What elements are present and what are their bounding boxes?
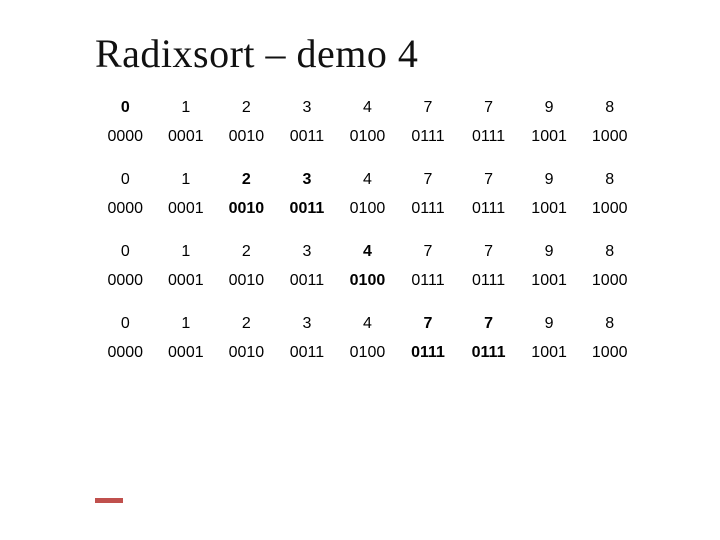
cell: 1 (156, 91, 217, 125)
cell: 1 (156, 163, 217, 197)
cell: 9 (519, 91, 580, 125)
cell: 0010 (216, 269, 277, 293)
cell: 0001 (156, 197, 217, 221)
cell: 0011 (277, 197, 338, 221)
cell: 0111 (458, 197, 519, 221)
index-row: 012347798 (95, 235, 640, 269)
index-row: 012347798 (95, 91, 640, 125)
cell: 8 (579, 235, 640, 269)
spacer-row (95, 149, 640, 163)
cell: 0011 (277, 125, 338, 149)
cell: 0011 (277, 269, 338, 293)
cell: 8 (579, 91, 640, 125)
cell: 1001 (519, 341, 580, 365)
cell: 8 (579, 307, 640, 341)
cell: 7 (398, 91, 459, 125)
accent-bar-icon (95, 498, 123, 503)
cell: 0100 (337, 269, 398, 293)
cell: 0001 (156, 341, 217, 365)
cell: 0111 (458, 269, 519, 293)
cell: 0011 (277, 341, 338, 365)
cell: 4 (337, 163, 398, 197)
cell: 0000 (95, 125, 156, 149)
cell: 1000 (579, 125, 640, 149)
cell: 3 (277, 235, 338, 269)
cell: 0010 (216, 341, 277, 365)
spacer-cell (95, 221, 640, 235)
cell: 1 (156, 307, 217, 341)
cell: 0 (95, 307, 156, 341)
cell: 0001 (156, 125, 217, 149)
cell: 0000 (95, 269, 156, 293)
cell: 8 (579, 163, 640, 197)
cell: 1000 (579, 197, 640, 221)
cell: 7 (398, 307, 459, 341)
spacer-cell (95, 149, 640, 163)
cell: 0000 (95, 341, 156, 365)
cell: 0111 (458, 125, 519, 149)
cell: 0100 (337, 197, 398, 221)
cell: 0111 (398, 125, 459, 149)
cell: 9 (519, 307, 580, 341)
cell: 0111 (458, 341, 519, 365)
cell: 3 (277, 91, 338, 125)
cell: 2 (216, 307, 277, 341)
cell: 3 (277, 307, 338, 341)
spacer-row (95, 221, 640, 235)
cell: 3 (277, 163, 338, 197)
cell: 9 (519, 235, 580, 269)
cell: 1001 (519, 197, 580, 221)
cell: 9 (519, 163, 580, 197)
cell: 2 (216, 235, 277, 269)
cell: 7 (458, 163, 519, 197)
cell: 2 (216, 163, 277, 197)
cell: 7 (458, 91, 519, 125)
slide: Radixsort – demo 4 012347798000000010010… (0, 0, 720, 540)
cell: 0 (95, 235, 156, 269)
cell: 2 (216, 91, 277, 125)
cell: 0111 (398, 197, 459, 221)
cell: 4 (337, 307, 398, 341)
cell: 0111 (398, 341, 459, 365)
cell: 1000 (579, 341, 640, 365)
cell: 0001 (156, 269, 217, 293)
slide-title: Radixsort – demo 4 (95, 30, 690, 77)
cell: 0100 (337, 125, 398, 149)
binary-row: 000000010010001101000111011110011000 (95, 269, 640, 293)
cell: 7 (458, 235, 519, 269)
cell: 0010 (216, 125, 277, 149)
cell: 0 (95, 91, 156, 125)
index-row: 012347798 (95, 163, 640, 197)
cell: 7 (398, 235, 459, 269)
binary-row: 000000010010001101000111011110011000 (95, 125, 640, 149)
spacer-row (95, 293, 640, 307)
cell: 0010 (216, 197, 277, 221)
cell: 1000 (579, 269, 640, 293)
radixsort-table: 0123477980000000100100011010001110111100… (95, 91, 640, 365)
cell: 0000 (95, 197, 156, 221)
cell: 4 (337, 91, 398, 125)
index-row: 012347798 (95, 307, 640, 341)
binary-row: 000000010010001101000111011110011000 (95, 197, 640, 221)
spacer-cell (95, 293, 640, 307)
cell: 7 (398, 163, 459, 197)
binary-row: 000000010010001101000111011110011000 (95, 341, 640, 365)
cell: 7 (458, 307, 519, 341)
cell: 0100 (337, 341, 398, 365)
cell: 4 (337, 235, 398, 269)
cell: 1 (156, 235, 217, 269)
cell: 1001 (519, 125, 580, 149)
cell: 0 (95, 163, 156, 197)
cell: 1001 (519, 269, 580, 293)
cell: 0111 (398, 269, 459, 293)
